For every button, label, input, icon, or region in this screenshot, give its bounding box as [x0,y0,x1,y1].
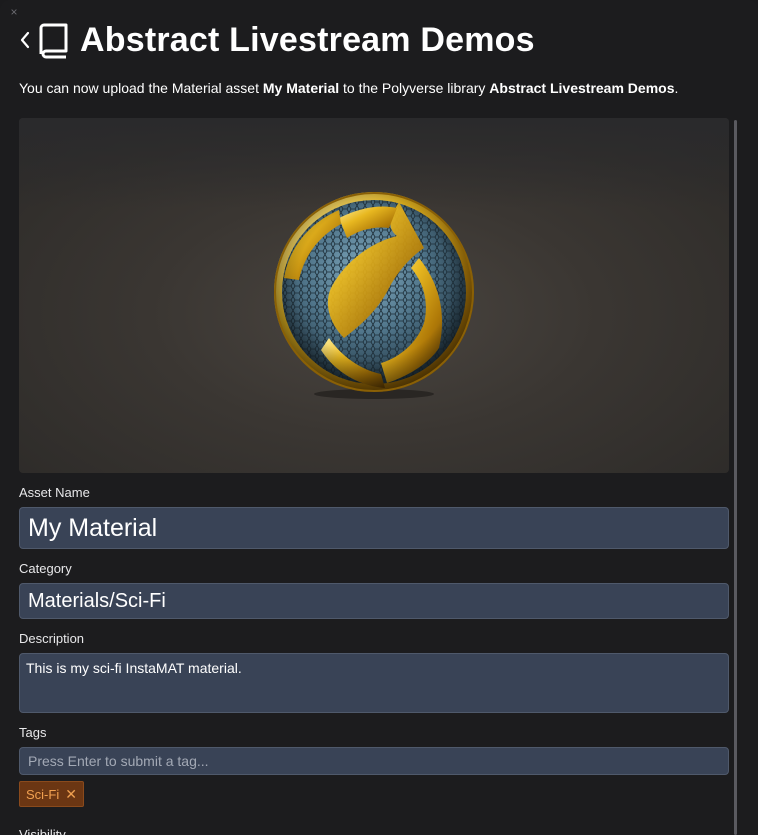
book-icon [38,20,74,60]
asset-name-label: Asset Name [19,485,90,500]
tag-label: Sci-Fi [26,786,60,802]
intro-suffix: . [674,80,679,96]
category-label: Category [19,561,72,576]
chevron-left-icon [20,31,30,49]
description-label: Description [19,631,85,646]
tag-input[interactable]: Press Enter to submit a tag... [19,747,729,775]
intro-prefix: You can now upload the Material asset [19,80,263,96]
close-button[interactable]: × [8,6,20,18]
scrollbar[interactable] [734,120,737,835]
visibility-label: Visibility [19,827,66,835]
back-button[interactable] [16,25,34,55]
material-preview [19,118,729,473]
tag-chip: Sci-Fi ✕ [19,781,84,807]
form-content: Asset Name My Material Category Material… [19,118,729,835]
asset-name-input[interactable]: My Material [19,507,729,549]
intro-asset-name: My Material [262,80,340,96]
header: Abstract Livestream Demos [16,18,535,62]
remove-tag-icon[interactable]: ✕ [65,786,77,803]
category-input[interactable]: Materials/Sci-Fi [19,583,729,619]
page-title: Abstract Livestream Demos [80,20,535,59]
intro-library-name: Abstract Livestream Demos [489,80,675,96]
intro-middle: to the Polyverse library [339,80,490,96]
upload-window: × Abstract Livestream Demos You can now … [0,0,758,835]
description-textarea[interactable]: This is my sci-fi InstaMAT material. [19,653,729,713]
material-sphere-image [269,188,479,400]
tags-label: Tags [19,725,47,740]
intro-text: You can now upload the Material asset My… [19,80,678,96]
